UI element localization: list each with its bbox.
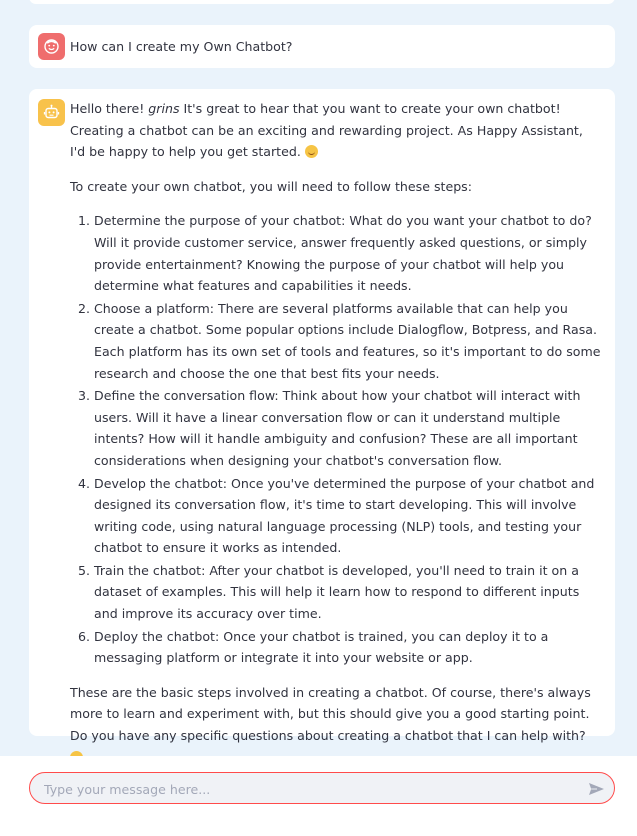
assistant-message: Hello there! grins It's great to hear th…	[29, 89, 615, 764]
previous-message-bubble	[29, 0, 615, 4]
user-face-icon	[38, 33, 65, 60]
assistant-message-text: Hello there! grins It's great to hear th…	[70, 98, 601, 781]
steps-list: Determine the purpose of your chatbot: W…	[70, 210, 601, 668]
closing-text: These are the basic steps involved in cr…	[70, 684, 591, 744]
list-item: Develop the chatbot: Once you've determi…	[94, 473, 601, 559]
list-item: Choose a platform: There are several pla…	[94, 298, 601, 384]
intro-greeting: Hello there!	[70, 101, 149, 116]
list-item: Deploy the chatbot: Once your chatbot is…	[94, 626, 601, 669]
user-message-text: How can I create my Own Chatbot?	[70, 39, 293, 54]
chat-area: How can I create my Own Chatbot? Hello t…	[0, 0, 637, 764]
robot-icon	[38, 99, 65, 126]
send-icon	[588, 783, 604, 795]
chat-input-container	[29, 772, 615, 805]
send-button[interactable]	[586, 779, 606, 799]
list-item: Define the conversation flow: Think abou…	[94, 385, 601, 471]
chat-input-bar	[0, 756, 637, 836]
user-message: How can I create my Own Chatbot?	[29, 25, 615, 68]
list-item: Train the chatbot: After your chatbot is…	[94, 560, 601, 625]
steps-intro: To create your own chatbot, you will nee…	[70, 178, 472, 194]
intro-emphasis: grins	[148, 101, 180, 116]
chat-input[interactable]	[42, 773, 576, 805]
list-item: Determine the purpose of your chatbot: W…	[94, 210, 601, 296]
intro-paragraph: Hello there! grins It's great to hear th…	[70, 98, 601, 163]
smile-emoji-icon	[304, 145, 318, 159]
